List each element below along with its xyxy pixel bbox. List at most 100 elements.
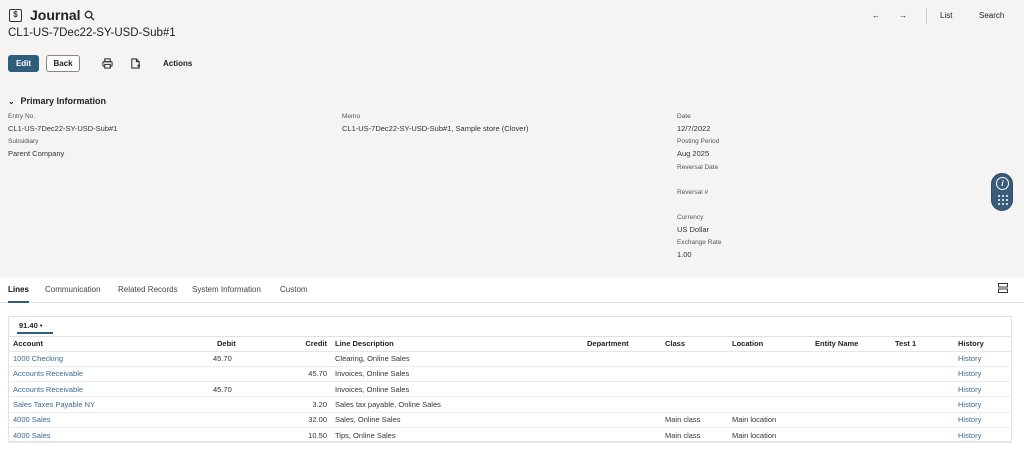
credit-cell: 45.70: [293, 366, 331, 383]
entity-cell: [811, 427, 891, 444]
next-record-button[interactable]: →: [899, 11, 907, 20]
account-link[interactable]: Sales Taxes Payable NY: [9, 396, 213, 413]
reversal-number-label: Reversal #: [677, 189, 709, 196]
account-link[interactable]: 1000 Checking: [9, 351, 213, 367]
record-title: CL1-US-7Dec22-SY-USD-Sub#1: [8, 27, 176, 39]
account-link[interactable]: 4000 Sales: [9, 427, 213, 444]
exchange-rate-value: 1.00: [677, 250, 692, 259]
column-header-line-description[interactable]: Line Description: [331, 337, 583, 352]
history-link[interactable]: History: [954, 427, 1011, 444]
list-link[interactable]: List: [940, 11, 952, 20]
record-type-icon: $: [9, 9, 22, 22]
location-cell: [728, 366, 811, 383]
record-type-title: Journal: [30, 7, 81, 23]
memo-value: CL1-US-7Dec22-SY-USD-Sub#1, Sample store…: [342, 124, 529, 133]
table-row: Accounts Receivable 45.70 Invoices, Onli…: [9, 381, 1011, 398]
table-row: Sales Taxes Payable NY 3.20 Sales tax pa…: [9, 396, 1011, 413]
back-button[interactable]: Back: [46, 55, 80, 72]
subsidiary-label: Subsidiary: [8, 138, 39, 145]
class-cell: [661, 381, 728, 398]
tab-system-information[interactable]: System Information: [192, 285, 261, 294]
print-icon[interactable]: [102, 58, 113, 69]
entity-cell: [811, 396, 891, 413]
credit-cell: 32.00: [293, 412, 331, 428]
entry-no-value: CL1-US-7Dec22-SY-USD-Sub#1: [8, 124, 118, 133]
section-title: Primary Information: [20, 96, 107, 106]
class-cell: [661, 396, 728, 413]
description-cell: Tips, Online Sales: [331, 427, 583, 444]
test1-cell: [891, 412, 954, 428]
column-header-location[interactable]: Location: [728, 337, 811, 352]
class-cell: Main class: [661, 427, 728, 444]
subsidiary-value: Parent Company: [8, 149, 65, 158]
account-link[interactable]: Accounts Receivable: [9, 366, 213, 383]
credit-cell: 10.50: [293, 427, 331, 444]
column-header-debit[interactable]: Debit: [213, 337, 293, 352]
department-cell: [583, 412, 661, 428]
debit-cell: 45.70: [213, 381, 293, 398]
test1-cell: [891, 366, 954, 383]
table-row: 1000 Checking 45.70 Clearing, Online Sal…: [9, 351, 1011, 367]
credit-cell: [293, 381, 331, 398]
history-link[interactable]: History: [954, 366, 1011, 383]
tab-custom[interactable]: Custom: [280, 285, 308, 294]
previous-record-button[interactable]: ←: [872, 11, 880, 20]
history-link[interactable]: History: [954, 412, 1011, 428]
lines-subtab[interactable]: 91.40 •: [19, 321, 42, 330]
subtabs-bar: Lines Communication Related Records Syst…: [0, 277, 1024, 303]
department-cell: [583, 366, 661, 383]
debit-cell: [213, 427, 293, 444]
primary-information-toggle[interactable]: ⌄ Primary Information: [8, 96, 106, 106]
column-header-department[interactable]: Department: [583, 337, 661, 352]
lines-sublist: 91.40 • Account Debit Credit Line Descri…: [8, 316, 1012, 444]
debit-cell: [213, 412, 293, 428]
search-link[interactable]: Search: [979, 11, 1004, 20]
history-link[interactable]: History: [954, 396, 1011, 413]
department-cell: [583, 351, 661, 367]
memo-label: Memo: [342, 113, 361, 120]
test1-cell: [891, 381, 954, 398]
history-link[interactable]: History: [954, 381, 1011, 398]
test1-cell: [891, 396, 954, 413]
column-header-test1[interactable]: Test 1: [891, 337, 954, 352]
apps-grid-icon[interactable]: [997, 194, 1009, 206]
reversal-date-label: Reversal Date: [677, 164, 719, 171]
column-header-credit[interactable]: Credit: [293, 337, 331, 352]
help-icon[interactable]: i: [996, 177, 1009, 190]
tab-lines[interactable]: Lines: [8, 285, 29, 294]
record-header-panel: $ Journal CL1-US-7Dec22-SY-USD-Sub#1 ← →…: [0, 0, 1024, 277]
debit-cell: [213, 366, 293, 383]
table-row: 4000 Sales 10.50 Tips, Online Sales Main…: [9, 427, 1011, 444]
column-header-entity-name[interactable]: Entity Name: [811, 337, 891, 352]
edit-button[interactable]: Edit: [8, 55, 39, 72]
posting-period-label: Posting Period: [677, 138, 720, 145]
description-cell: Sales tax payable, Online Sales: [331, 396, 583, 413]
layout-toggle-icon[interactable]: [998, 283, 1008, 293]
location-cell: [728, 351, 811, 367]
column-header-history[interactable]: History: [954, 337, 1011, 352]
search-icon[interactable]: [84, 10, 95, 21]
column-header-class[interactable]: Class: [661, 337, 728, 352]
column-header-account[interactable]: Account: [9, 337, 213, 352]
table-row: 4000 Sales 32.00 Sales, Online Sales Mai…: [9, 412, 1011, 428]
credit-cell: 3.20: [293, 396, 331, 413]
history-link[interactable]: History: [954, 351, 1011, 367]
test1-cell: [891, 351, 954, 367]
new-document-icon[interactable]: [130, 58, 141, 69]
department-cell: [583, 427, 661, 444]
nav-divider: [926, 8, 927, 24]
tab-communication[interactable]: Communication: [45, 285, 101, 294]
test1-cell: [891, 427, 954, 444]
account-link[interactable]: Accounts Receivable: [9, 381, 213, 398]
location-cell: [728, 396, 811, 413]
account-link[interactable]: 4000 Sales: [9, 412, 213, 428]
description-cell: Invoices, Online Sales: [331, 381, 583, 398]
help-widget[interactable]: i: [991, 173, 1013, 211]
subtab-indicator: [17, 332, 53, 334]
entity-cell: [811, 412, 891, 428]
tab-related-records[interactable]: Related Records: [118, 285, 178, 294]
date-value: 12/7/2022: [677, 124, 711, 133]
actions-menu[interactable]: Actions: [163, 59, 192, 68]
description-cell: Sales, Online Sales: [331, 412, 583, 428]
description-cell: Clearing, Online Sales: [331, 351, 583, 367]
